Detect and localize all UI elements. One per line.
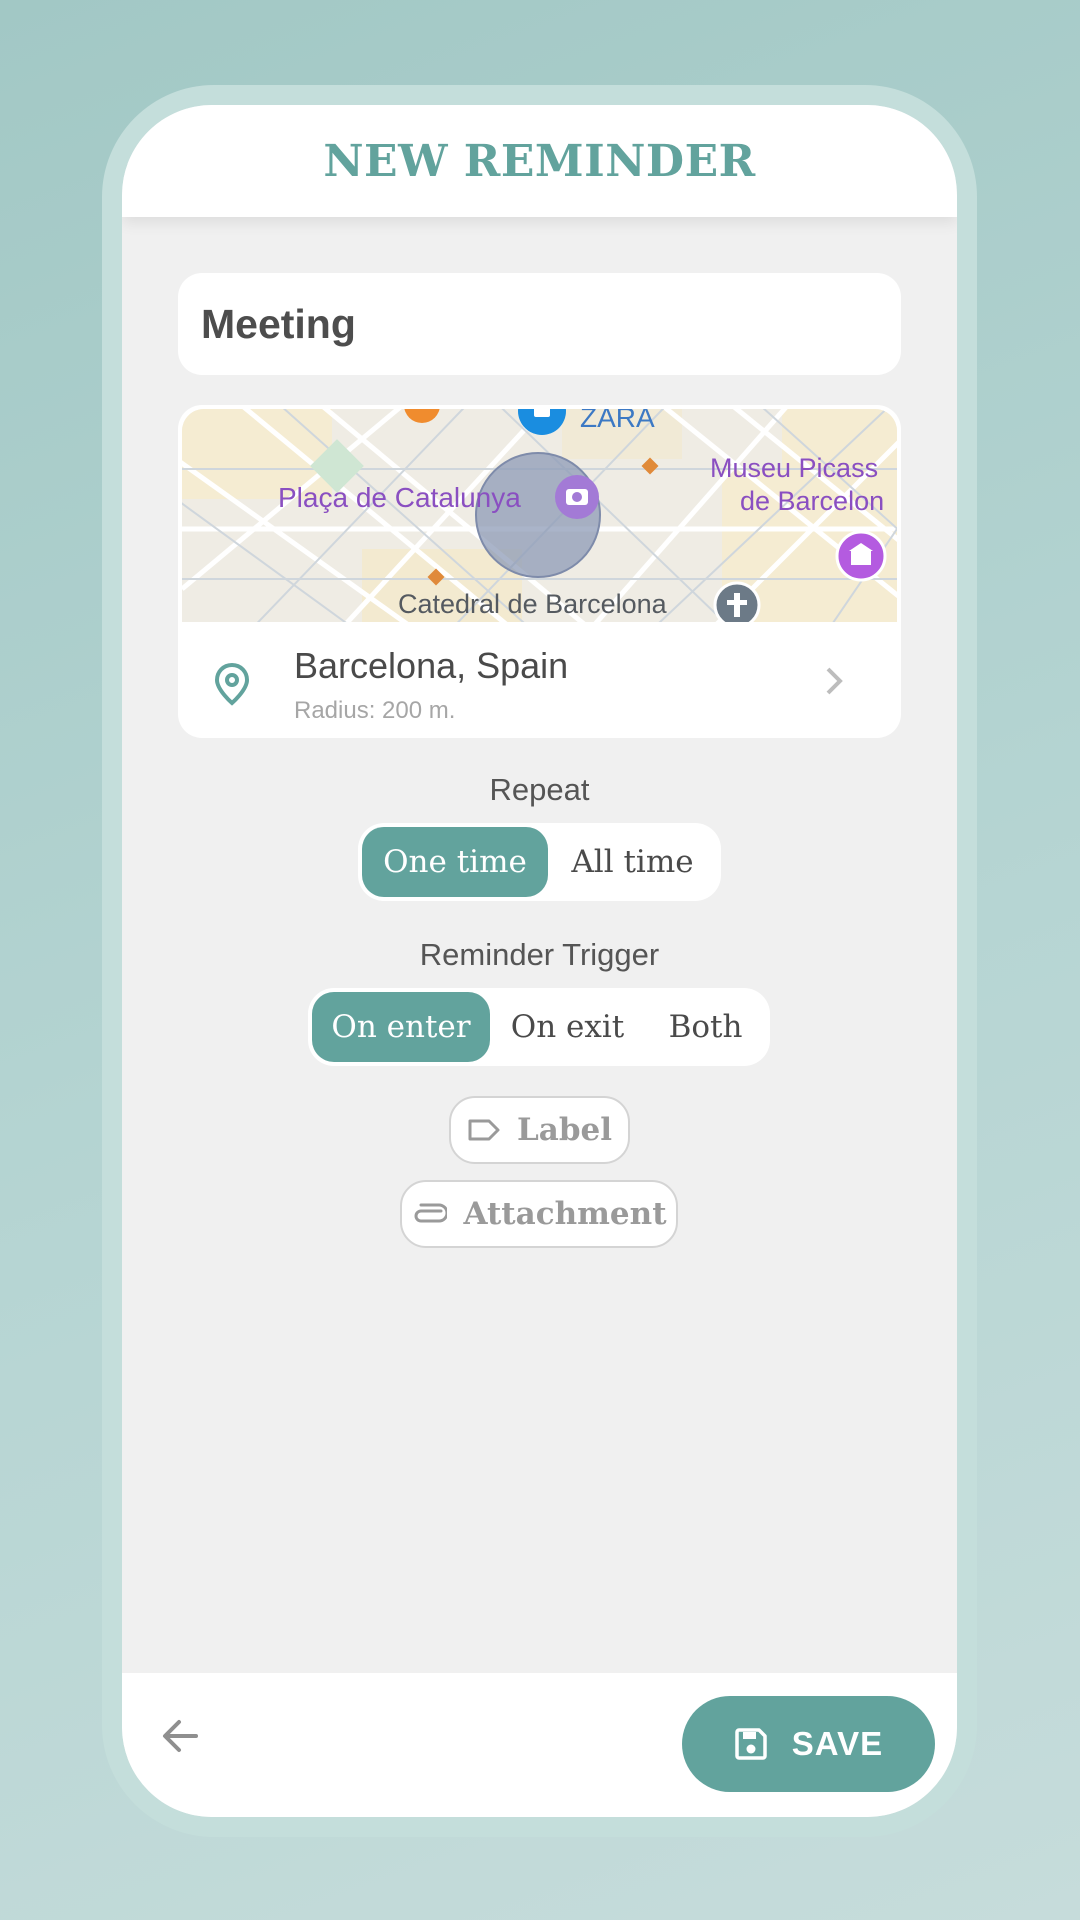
map-preview[interactable]: ZARA Plaça de Catalunya Museu Picass de … bbox=[182, 409, 897, 622]
camera-icon bbox=[555, 475, 599, 519]
repeat-selector: One time All time bbox=[358, 823, 721, 901]
attachment-button-text: Attachment bbox=[463, 1196, 667, 1232]
save-button[interactable]: SAVE bbox=[682, 1696, 935, 1792]
location-radius: Radius: 200 m. bbox=[294, 697, 456, 724]
chevron-right-icon bbox=[826, 667, 843, 695]
label-button-text: Label bbox=[516, 1112, 613, 1148]
map-label-museu-2: de Barcelon bbox=[740, 486, 884, 516]
label-button[interactable]: Label bbox=[449, 1096, 630, 1164]
app-screen: NEW REMINDER Meeting ZARA Plaça de Catal… bbox=[122, 105, 957, 1817]
app-header: NEW REMINDER bbox=[122, 105, 957, 217]
location-pin-icon bbox=[214, 662, 250, 706]
reminder-title-text: Meeting bbox=[201, 300, 356, 347]
repeat-option-all-time[interactable]: All time bbox=[548, 827, 717, 897]
trigger-selector: On enter On exit Both bbox=[308, 988, 770, 1066]
map-label-zara: ZARA bbox=[580, 409, 655, 433]
trigger-option-both[interactable]: Both bbox=[645, 992, 766, 1062]
location-row[interactable]: Barcelona, Spain Radius: 200 m. bbox=[178, 622, 901, 738]
arrow-left-icon[interactable] bbox=[160, 1716, 200, 1756]
trigger-label: Reminder Trigger bbox=[419, 937, 660, 972]
tag-icon bbox=[468, 1119, 500, 1141]
map-label-catedral: Catedral de Barcelona bbox=[398, 589, 668, 619]
bottom-bar: SAVE bbox=[122, 1673, 957, 1817]
church-icon bbox=[713, 581, 761, 622]
page-title: NEW REMINDER bbox=[323, 135, 756, 187]
attachment-button[interactable]: Attachment bbox=[400, 1180, 678, 1248]
repeat-label: Repeat bbox=[489, 772, 590, 807]
repeat-option-one-time[interactable]: One time bbox=[362, 827, 548, 897]
trigger-option-on-enter[interactable]: On enter bbox=[312, 992, 490, 1062]
map-label-placa: Plaça de Catalunya bbox=[278, 482, 521, 513]
paperclip-icon bbox=[415, 1203, 448, 1223]
map-label-museu-1: Museu Picass bbox=[710, 453, 878, 483]
location-name: Barcelona, Spain bbox=[294, 645, 569, 686]
location-card[interactable]: ZARA Plaça de Catalunya Museu Picass de … bbox=[178, 405, 901, 738]
museum-icon bbox=[835, 530, 887, 582]
map-canvas: ZARA Plaça de Catalunya Museu Picass de … bbox=[182, 409, 897, 622]
floppy-disk-icon bbox=[735, 1728, 767, 1760]
reminder-title-field[interactable]: Meeting bbox=[178, 273, 901, 375]
save-button-label: SAVE bbox=[791, 1725, 884, 1762]
trigger-option-on-exit[interactable]: On exit bbox=[490, 992, 645, 1062]
